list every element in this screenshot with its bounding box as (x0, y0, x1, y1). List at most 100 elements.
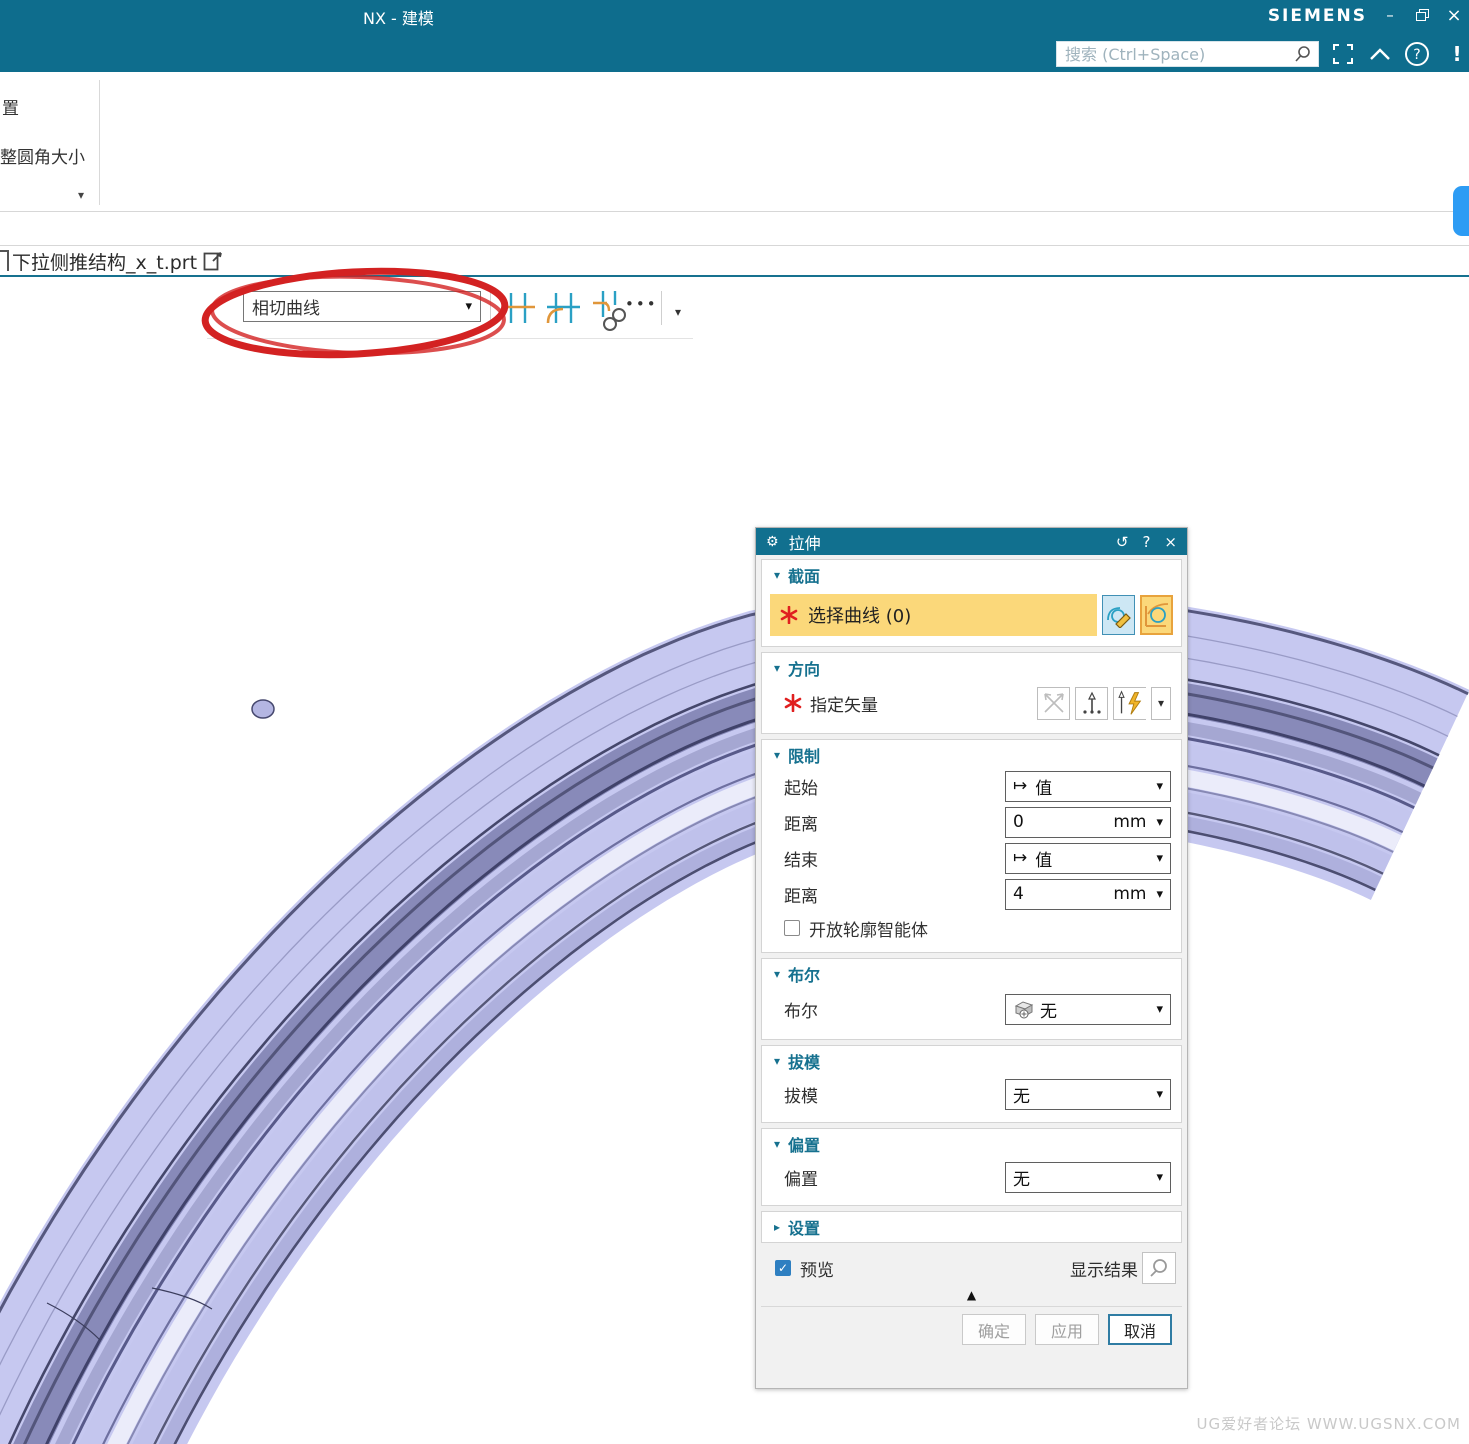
ribbon-dropdown-caret[interactable]: ▾ (78, 188, 84, 202)
fullscreen-button[interactable] (1329, 40, 1357, 68)
inferred-vector-button[interactable] (1113, 686, 1146, 720)
siemens-logo: SIEMENS (1267, 6, 1367, 26)
group-section-title: 截面 (788, 567, 821, 586)
group-draft-header[interactable]: ▾ 拔模 (762, 1048, 1181, 1074)
triangle-up-icon: ▲ (966, 1288, 977, 1302)
curve-select-button[interactable] (1140, 595, 1173, 635)
end-label: 结束 (784, 850, 818, 871)
group-direction-title: 方向 (788, 660, 821, 679)
chevron-up-icon (1370, 48, 1390, 60)
group-offset: ▾ 偏置 偏置 无 ▾ (761, 1128, 1182, 1206)
apply-button[interactable]: 应用 (1035, 1314, 1099, 1345)
group-offset-header[interactable]: ▾ 偏置 (762, 1131, 1181, 1157)
preview-label: 预览 (800, 1260, 834, 1281)
command-search[interactable] (1056, 41, 1319, 67)
draft-dropdown[interactable]: 无 ▾ (1005, 1078, 1171, 1110)
dialog-titlebar[interactable]: ⚙ 拉伸 ↺ ? × (756, 528, 1187, 555)
notification-button[interactable]: ! (1443, 40, 1469, 68)
chevron-down-icon: ▾ (1156, 1001, 1163, 1017)
vector-lightning-icon (1118, 690, 1142, 715)
dialog-help-button[interactable]: ? (1142, 533, 1150, 551)
triangle-down-icon: ▾ (774, 1137, 781, 1151)
watermark: UG爱好者论坛 WWW.UGSNX.COM (1196, 1415, 1461, 1433)
cancel-button[interactable]: 取消 (1108, 1314, 1172, 1345)
open-profile-checkbox[interactable] (784, 920, 800, 936)
group-limits: ▾ 限制 起始 ↦ 值 ▾ 距离 0 mm ▾ 结束 ↦ 值 ▾ 距离 4 mm… (761, 739, 1182, 953)
restore-button[interactable] (1409, 4, 1435, 26)
group-boolean-title: 布尔 (788, 966, 821, 985)
vector-dialog-icon (1082, 691, 1101, 714)
vector-options-caret[interactable]: ▾ (1151, 686, 1171, 720)
check-icon: ✓ (777, 1261, 789, 1275)
fullscreen-icon (1333, 44, 1353, 64)
restore-icon (1415, 9, 1429, 21)
group-settings-header[interactable]: ▸ 设置 (762, 1214, 1181, 1240)
preview-checkbox[interactable]: ✓ (775, 1260, 791, 1276)
start-label: 起始 (784, 778, 818, 799)
distance1-input[interactable]: 0 mm ▾ (1005, 806, 1171, 838)
reverse-direction-button[interactable] (1037, 686, 1070, 720)
dialog-title: 拉伸 (788, 533, 821, 553)
search-icon (1295, 46, 1310, 62)
group-direction-header[interactable]: ▾ 方向 (762, 655, 1181, 681)
close-button[interactable]: × (1441, 4, 1467, 26)
distance2-input[interactable]: 4 mm ▾ (1005, 878, 1171, 910)
show-result-button[interactable] (1142, 1252, 1176, 1284)
ok-button[interactable]: 确定 (962, 1314, 1026, 1345)
open-profile-label: 开放轮廓智能体 (809, 920, 928, 941)
offset-label: 偏置 (784, 1169, 818, 1190)
distance1-unit: mm (1113, 812, 1147, 832)
distance1-value: 0 (1013, 812, 1024, 832)
offset-dropdown[interactable]: 无 ▾ (1005, 1161, 1171, 1193)
group-limits-header[interactable]: ▾ 限制 (762, 742, 1181, 768)
collapse-ribbon-button[interactable] (1366, 40, 1394, 68)
group-direction: ▾ 方向 指定矢量 ▾ (761, 652, 1182, 734)
dialog-close-button[interactable]: × (1164, 533, 1177, 551)
required-asterisk-icon (780, 606, 798, 624)
group-limits-title: 限制 (788, 747, 821, 766)
chevron-down-icon: ▾ (1156, 814, 1163, 830)
ribbon-label-fragment: 置 (2, 99, 19, 119)
maps-to-icon: ↦ (1013, 848, 1028, 868)
right-edge-scroll-handle[interactable] (1453, 186, 1469, 236)
chevron-down-icon: ▾ (1156, 1169, 1163, 1185)
start-type-value: 值 (1035, 778, 1053, 799)
dialog-collapse-button[interactable]: ▲ (761, 1286, 1182, 1304)
boolean-dropdown[interactable]: 无 ▾ (1005, 993, 1171, 1025)
group-offset-title: 偏置 (788, 1136, 821, 1155)
select-curve-label: 选择曲线 (0) (808, 606, 912, 627)
draft-value: 无 (1013, 1086, 1030, 1107)
distance1-label: 距离 (784, 814, 818, 835)
ribbon-command-full-fillet[interactable]: 整圆角大小 (0, 143, 85, 168)
end-type-value: 值 (1035, 850, 1053, 871)
gear-icon: ⚙ (766, 533, 779, 550)
distance2-value: 4 (1013, 884, 1024, 904)
triangle-down-icon: ▾ (774, 568, 781, 582)
group-section: ▾ 截面 选择曲线 (0) (761, 559, 1182, 647)
sketch-icon (1106, 607, 1131, 628)
titlebar: NX - 建模 SIEMENS – × (0, 0, 1469, 30)
search-input[interactable] (1063, 43, 1294, 65)
triangle-right-icon: ▸ (774, 1220, 781, 1234)
part-tab-clipped-icon (0, 250, 9, 271)
preview-row: ✓ 预览 显示结果 (761, 1248, 1182, 1286)
window-title: NX - 建模 (363, 9, 434, 28)
curve-icon (1144, 603, 1168, 627)
start-type-dropdown[interactable]: ↦ 值 ▾ (1005, 770, 1171, 802)
magnifier-icon (1150, 1259, 1167, 1277)
select-curve-field[interactable]: 选择曲线 (0) (770, 594, 1097, 636)
help-button[interactable]: ? (1403, 40, 1431, 68)
ribbon-divider (99, 80, 100, 205)
end-type-dropdown[interactable]: ↦ 值 ▾ (1005, 842, 1171, 874)
group-section-header[interactable]: ▾ 截面 (762, 562, 1181, 588)
group-boolean-header[interactable]: ▾ 布尔 (762, 961, 1181, 987)
group-settings-title: 设置 (788, 1219, 821, 1238)
3d-model-ring-view[interactable] (0, 277, 1469, 1444)
header-row: ? ! (0, 30, 1469, 72)
minimize-button[interactable]: – (1377, 4, 1403, 26)
offset-value: 无 (1013, 1169, 1030, 1190)
vector-dialog-button[interactable] (1075, 686, 1108, 720)
dialog-reset-button[interactable]: ↺ (1116, 533, 1129, 551)
triangle-down-icon: ▾ (774, 748, 781, 762)
sketch-section-button[interactable] (1102, 595, 1135, 635)
